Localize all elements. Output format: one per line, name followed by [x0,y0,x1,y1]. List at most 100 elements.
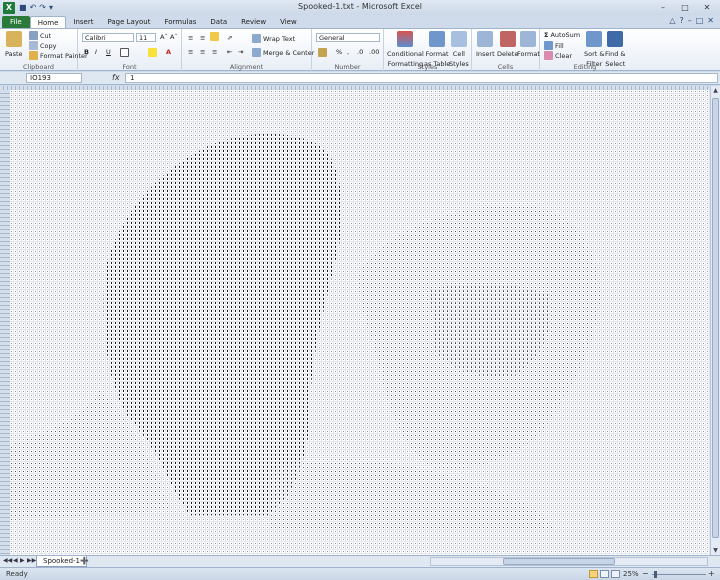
italic-button[interactable]: I [95,48,97,56]
wrap-text-button[interactable]: Wrap Text [252,34,295,43]
vertical-scrollbar[interactable]: ▲ ▼ [710,86,720,555]
workbook-restore-icon[interactable]: □ [696,16,704,25]
merge-center-button[interactable]: Merge & Center [252,48,314,57]
accounting-format-button[interactable] [318,48,327,57]
merge-icon [252,48,261,57]
maximize-button[interactable]: □ [674,1,696,13]
tab-insert[interactable]: Insert [66,16,100,28]
insert-function-icon[interactable]: fx [112,73,120,82]
scroll-up-icon[interactable]: ▲ [711,87,720,94]
fill-button[interactable]: Fill [544,41,564,50]
tab-data[interactable]: Data [203,16,234,28]
zoom-slider[interactable] [652,574,706,575]
row-headers[interactable] [0,90,10,555]
close-button[interactable]: ✕ [696,1,718,13]
increase-decimal-button[interactable]: .0 [357,48,363,56]
decrease-decimal-button[interactable]: .00 [369,48,379,56]
prev-sheet-icon[interactable]: ◀ [13,557,18,564]
title-bar: X ■ ↶ ↷ ▾ Spooked-1.txt - Microsoft Exce… [0,0,720,15]
font-label: Font [122,63,137,71]
align-bottom-button[interactable] [210,32,219,41]
zoom-level[interactable]: 25% [623,570,639,578]
horizontal-scrollbar[interactable] [430,557,708,566]
horizontal-scroll-thumb[interactable] [503,558,615,565]
page-break-view-icon[interactable] [611,570,620,578]
font-name-select[interactable]: Calibri [82,33,134,42]
clipboard-label: Clipboard [22,63,55,71]
styles-group: Conditional Formatting Format as Table C… [384,29,472,72]
normal-view-icon[interactable] [589,570,598,578]
shrink-font-button[interactable]: Aˇ [170,33,178,41]
insert-cells-button[interactable]: Insert [476,31,495,58]
borders-button[interactable] [120,48,129,57]
font-color-button[interactable]: A [166,48,171,56]
last-sheet-icon[interactable]: ▶▶ [27,557,36,564]
zoom-out-button[interactable]: − [642,569,649,578]
insert-icon [477,31,494,47]
alignment-label: Alignment [229,63,264,71]
tab-home[interactable]: Home [29,16,67,28]
wrap-text-icon [252,34,261,43]
grow-font-button[interactable]: Aˆ [160,33,168,41]
fill-color-button[interactable] [148,48,157,57]
tab-page-layout[interactable]: Page Layout [100,16,157,28]
cells-group: Insert Delete Format Cells [472,29,540,72]
align-top-button[interactable]: ≡ [188,34,193,42]
cut-button[interactable]: Cut [29,31,51,40]
decrease-indent-button[interactable]: ⇤ [227,48,232,56]
percent-button[interactable]: % [336,48,342,56]
editing-group: Σ AutoSum Fill Clear Sort & Filter Find &… [540,29,630,72]
status-ready: Ready [6,570,28,578]
formula-input[interactable]: 1 [125,73,718,83]
next-sheet-icon[interactable]: ▶ [20,557,25,564]
vertical-scroll-thumb[interactable] [712,98,719,538]
increase-indent-button[interactable]: ⇥ [238,48,243,56]
bold-button[interactable]: B [84,48,89,56]
delete-cells-button[interactable]: Delete [497,31,518,58]
scroll-down-icon[interactable]: ▼ [711,547,720,554]
minimize-button[interactable]: – [652,1,674,13]
tab-formulas[interactable]: Formulas [157,16,203,28]
paste-icon [5,31,22,47]
orientation-button[interactable]: ⇗ [227,34,232,42]
tab-file[interactable]: File [2,16,30,28]
underline-button[interactable]: U [106,48,111,56]
page-layout-view-icon[interactable] [600,570,609,578]
copy-button[interactable]: Copy [29,41,57,50]
zoom-in-button[interactable]: + [708,569,715,578]
worksheet-grid[interactable] [0,86,710,555]
brush-icon [29,51,38,60]
ribbon: Paste Cut Copy Format Painter Clipboard … [0,28,720,72]
sheet-tab-bar: ◀◀ ◀ ▶ ▶▶ Spooked-1 ➕ [0,555,720,567]
name-box[interactable]: IO193 [26,73,82,83]
alignment-group: ≡ ≡ ⇗ Wrap Text ≡ ≡ ≡ ⇤ ⇥ Merge & Center… [182,29,314,72]
align-center-button[interactable]: ≡ [200,48,205,56]
number-format-select[interactable]: General [316,33,380,42]
comma-button[interactable]: , [347,48,349,56]
paste-button[interactable]: Paste [5,31,23,58]
number-label: Number [334,63,361,71]
align-left-button[interactable]: ≡ [188,48,193,56]
workbook-close-icon[interactable]: ✕ [707,16,714,25]
tab-review[interactable]: Review [234,16,273,28]
fill-down-icon [544,41,553,50]
first-sheet-icon[interactable]: ◀◀ [3,557,12,564]
minimize-ribbon-icon[interactable]: △ [669,16,675,25]
insert-sheet-icon[interactable]: ➕ [80,557,92,566]
align-right-button[interactable]: ≡ [212,48,217,56]
autosum-button[interactable]: Σ AutoSum [544,31,580,39]
number-group: General % , .0 .00 Number [312,29,384,72]
sigma-icon: Σ [544,31,549,39]
workbook-minimize-icon[interactable]: – [688,16,692,25]
clear-button[interactable]: Clear [544,51,572,60]
help-icon[interactable]: ? [679,16,683,25]
zoom-slider-knob[interactable] [654,571,657,578]
cells-label: Cells [497,63,514,71]
editing-label: Editing [573,63,597,71]
ribbon-tabs: File Home Insert Page Layout Formulas Da… [0,15,720,28]
font-size-select[interactable]: 11 [136,33,156,42]
copy-icon [29,41,38,50]
tab-view[interactable]: View [273,16,304,28]
format-cells-button[interactable]: Format [517,31,540,58]
align-middle-button[interactable]: ≡ [200,34,205,42]
